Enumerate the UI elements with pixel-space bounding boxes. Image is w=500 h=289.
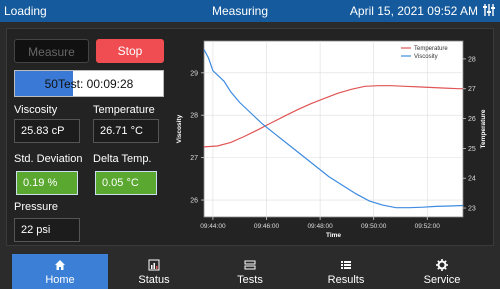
home-icon — [55, 260, 65, 270]
stop-button[interactable]: Stop — [96, 39, 164, 63]
y-right-tick-label: 23 — [468, 206, 476, 213]
chart-icon — [148, 259, 160, 271]
std-deviation-value: 0.19 % — [16, 171, 78, 195]
pressure-label: Pressure — [14, 201, 59, 213]
gear-icon — [436, 259, 448, 271]
x-tick-label: 09:46:00 — [254, 223, 280, 230]
top-bar: Loading Measuring April 15, 2021 09:52 A… — [0, 0, 500, 22]
list-icon — [341, 261, 351, 269]
viscosity-label: Viscosity — [14, 104, 58, 116]
nav-status-label: Status — [138, 274, 170, 286]
viscosity-temperature-chart: 09:44:00 09:46:00 09:48:00 09:50:00 09:52:00… — [176, 40, 487, 239]
nav-results[interactable]: Results — [298, 254, 394, 289]
nav-tests[interactable]: Tests — [202, 254, 298, 289]
x-tick-label: 09:44:00 — [200, 223, 226, 230]
y-left-tick-label: 27 — [190, 155, 198, 162]
std-deviation-label: Std. Deviation — [14, 153, 83, 165]
legend-label: Viscosity — [414, 54, 438, 60]
x-axis-label: Time — [326, 232, 341, 239]
bottom-navigation: Home Status Tests Results Service — [0, 254, 500, 289]
y-right-tick-label: 28 — [468, 56, 476, 63]
datetime: April 15, 2021 09:52 AM — [349, 4, 478, 18]
x-tick-label: 09:50:00 — [361, 223, 387, 230]
delta-temp-label: Delta Temp. — [93, 153, 152, 165]
y-right-tick-label: 25 — [468, 146, 476, 153]
sliders-icon[interactable] — [482, 3, 496, 17]
nav-service[interactable]: Service — [394, 254, 490, 289]
plot-area — [203, 40, 464, 218]
temperature-label: Temperature — [93, 104, 155, 116]
nav-home-label: Home — [45, 274, 75, 286]
y-right-tick-label: 26 — [468, 116, 476, 123]
y-left-tick-label: 26 — [190, 198, 198, 205]
nav-results-label: Results — [327, 274, 365, 286]
y-right-tick-label: 27 — [468, 86, 476, 93]
x-tick-label: 09:52:00 — [415, 223, 441, 230]
y-left-tick-label: 29 — [190, 70, 198, 77]
test-progress-bar: 50Test: 00:09:28 — [14, 70, 164, 97]
y-left-axis-label: Viscosity — [176, 114, 183, 143]
temperature-value: 26.71 °C — [93, 119, 159, 143]
viscosity-value: 25.83 cP — [14, 119, 80, 143]
nav-tests-label: Tests — [237, 274, 263, 286]
nav-home[interactable]: Home — [12, 254, 108, 289]
measurement-panel: Measure Stop 50Test: 00:09:28 Viscosity … — [6, 28, 494, 246]
legend-label: Temperature — [414, 46, 448, 52]
y-right-tick-label: 24 — [468, 176, 476, 183]
delta-temp-value: 0.05 °C — [95, 171, 157, 195]
y-left-tick-label: 28 — [190, 113, 198, 120]
tests-icon — [244, 260, 256, 270]
measure-button[interactable]: Measure — [14, 39, 89, 63]
y-right-axis-label: Temperature — [480, 109, 487, 148]
progress-text: 50Test: 00:09:28 — [44, 77, 134, 91]
pressure-value: 22 psi — [14, 218, 80, 242]
x-tick-label: 09:48:00 — [307, 223, 333, 230]
nav-status[interactable]: Status — [106, 254, 202, 289]
nav-service-label: Service — [423, 274, 461, 286]
